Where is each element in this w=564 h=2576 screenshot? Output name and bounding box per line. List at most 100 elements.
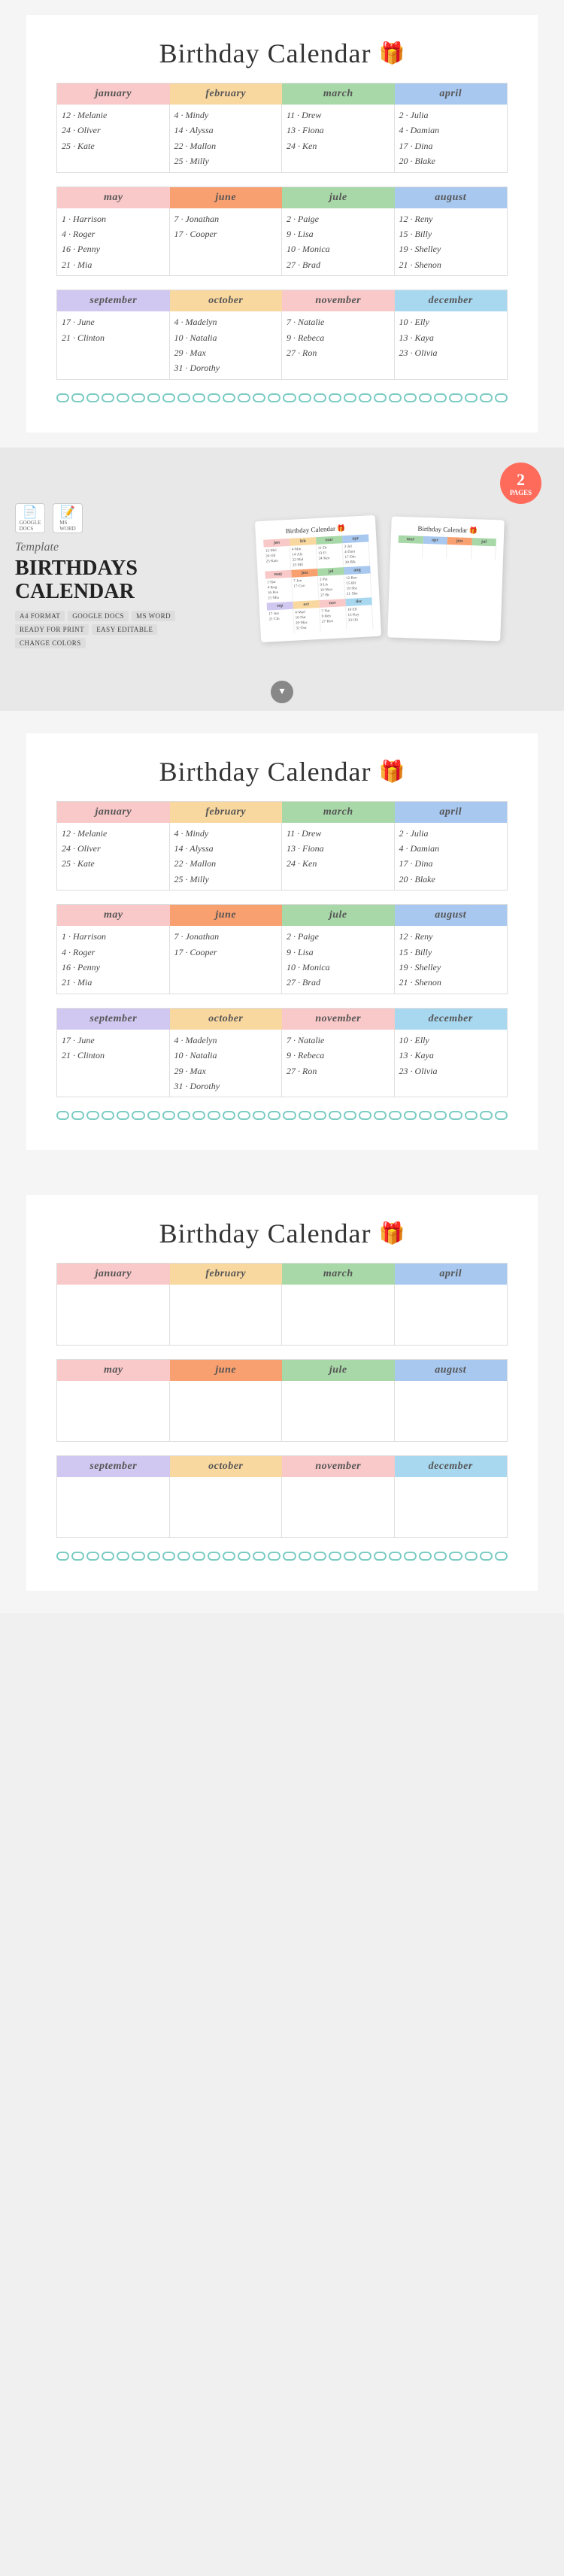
chain-link — [434, 1552, 447, 1561]
mini-col: 7·Jon17·Coo — [291, 576, 319, 602]
header-may-2: may — [57, 905, 170, 926]
entry: 9 · Lisa — [287, 945, 390, 960]
mini-col: 4·Mad10·Nat29·Max31·Dor — [293, 608, 321, 633]
chain-link — [419, 393, 432, 402]
cal-grid-2-2: may june jule august 1 · Harrison 4 · Ro… — [56, 904, 508, 994]
mini-col: 4·Min14·Aly22·Mal25·Mil — [290, 545, 317, 570]
mini-col — [471, 545, 496, 560]
entry: 4 · Madelyn — [174, 314, 277, 329]
promo-format-icons: 📄 GOOGLEDOCS 📝 MSWORD — [15, 503, 196, 533]
chain-link-row-2 — [56, 1111, 508, 1120]
chain-link — [299, 393, 311, 402]
entry: 15 · Billy — [399, 226, 503, 241]
mini-col: 1·Har4·Rog16·Pen21·Mia — [265, 578, 293, 603]
entry: 17 · Cooper — [174, 945, 277, 960]
chain-link — [419, 1552, 432, 1561]
mini-col — [397, 543, 422, 557]
chain-link — [283, 393, 296, 402]
mini-grid-2: mar apr jun jul — [397, 536, 496, 560]
col-feb-2: 4 · Mindy 14 · Alyssa 22 · Mallon 25 · M… — [170, 823, 283, 891]
col-apr-blank — [395, 1285, 508, 1345]
col-nov: 7 · Natalie 9 · Rebeca 27 · Ron — [282, 311, 395, 379]
col-jan-blank — [57, 1285, 170, 1345]
entry: 4 · Mindy — [174, 108, 277, 123]
promo-section: 📄 GOOGLEDOCS 📝 MSWORD Template BIRTHDAYS… — [0, 448, 564, 711]
chain-link — [329, 393, 341, 402]
entry: 9 · Lisa — [287, 226, 390, 241]
mini-calendar-1: Birthday Calendar 🎁 jan feb mar apr 12·M… — [254, 515, 381, 642]
col-oct: 4 · Madelyn 10 · Natalia 29 · Max 31 · D… — [170, 311, 283, 379]
chain-link — [208, 393, 220, 402]
col-apr: 2 · Julia 4 · Damian 17 · Dina 20 · Blak… — [395, 105, 508, 172]
cal-section-may-aug: may june jule august 1 · Harrison 4 · Ro… — [56, 187, 508, 277]
chain-link — [86, 393, 99, 402]
cal-section-3-may: may june jule august — [56, 1359, 508, 1442]
calendar-page-1: Birthday Calendar 🎁 january february mar… — [26, 15, 538, 432]
chain-link — [223, 1111, 235, 1120]
cal-grid-3-2: may june jule august — [56, 1359, 508, 1442]
entry: 9 · Rebeca — [287, 1048, 390, 1063]
entry: 7 · Jonathan — [174, 211, 277, 226]
entry: 19 · Shelley — [399, 960, 503, 975]
header-mar-2: march — [282, 802, 395, 823]
chevron-down-icon: ▾ — [279, 685, 284, 698]
entry: 10 · Monica — [287, 960, 390, 975]
entry: 17 · June — [62, 1033, 165, 1048]
chain-link — [208, 1111, 220, 1120]
header-jan-2: january — [57, 802, 170, 823]
header-aug-2: august — [395, 905, 508, 926]
chain-link — [86, 1111, 99, 1120]
cal-grid-2-3: september october november december 17 ·… — [56, 1008, 508, 1098]
entry: 21 · Clinton — [62, 330, 165, 345]
chain-link — [193, 1552, 205, 1561]
chain-link — [253, 1111, 265, 1120]
chain-link — [434, 393, 447, 402]
col-aug-blank — [395, 1381, 508, 1441]
chain-link — [449, 1111, 462, 1120]
chain-link — [86, 1552, 99, 1561]
entry: 22 · Mallon — [174, 138, 277, 153]
chain-link — [465, 1552, 478, 1561]
chain-link — [465, 393, 478, 402]
header-dec-3: december — [395, 1456, 508, 1477]
chain-link — [495, 393, 508, 402]
mini-col — [446, 545, 471, 559]
chain-link — [449, 1552, 462, 1561]
chain-link — [299, 1552, 311, 1561]
cal-grid-2-1: january february march april 12 · Melani… — [56, 801, 508, 891]
chain-link — [162, 393, 175, 402]
cal-section-3-sep: september october november december — [56, 1455, 508, 1538]
mini-col: 17·Jun21·Cln — [267, 609, 295, 635]
chain-link — [344, 1552, 356, 1561]
mini-col: 12·Ren15·Bil19·She21·Shn — [344, 574, 371, 599]
entry: 20 · Blake — [399, 153, 503, 168]
entry: 7 · Natalie — [287, 314, 390, 329]
entry: 25 · Kate — [62, 138, 165, 153]
chain-link — [480, 1111, 493, 1120]
entry: 2 · Julia — [399, 826, 503, 841]
chain-link — [177, 1111, 190, 1120]
chain-link — [389, 393, 402, 402]
header-dec-2: december — [395, 1009, 508, 1030]
scroll-down-button[interactable]: ▾ — [271, 681, 293, 703]
promo-badges: A4 FORMAT GOOGLE DOCS MS WORD READY FOR … — [15, 611, 196, 648]
header-nov-3: november — [282, 1456, 395, 1477]
col-mar-blank — [282, 1285, 395, 1345]
col-mar-2: 11 · Drew 13 · Fiona 24 · Ken — [282, 823, 395, 891]
chain-decoration-2 — [56, 1111, 508, 1127]
entry: 13 · Kaya — [399, 330, 503, 345]
col-may: 1 · Harrison 4 · Roger 16 · Penny 21 · M… — [57, 208, 170, 276]
header-feb-3: february — [170, 1264, 283, 1285]
header-jun: june — [170, 187, 283, 208]
header-jul-2: jule — [282, 905, 395, 926]
col-may-2: 1 · Harrison 4 · Roger 16 · Penny 21 · M… — [57, 926, 170, 994]
chain-link — [208, 1552, 220, 1561]
chain-link — [344, 393, 356, 402]
header-aug-3: august — [395, 1360, 508, 1381]
entry: 12 · Reny — [399, 929, 503, 944]
chain-link — [314, 393, 326, 402]
chain-link — [56, 1111, 69, 1120]
col-sep-2: 17 · June 21 · Clinton — [57, 1030, 170, 1097]
header-nov-2: november — [282, 1009, 395, 1030]
chain-link — [132, 1111, 144, 1120]
